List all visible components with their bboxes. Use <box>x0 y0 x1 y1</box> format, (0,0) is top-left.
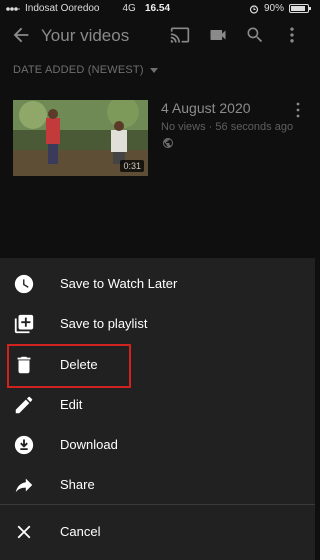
menu-cancel[interactable]: Cancel <box>0 512 315 552</box>
back-arrow-icon[interactable] <box>10 24 32 46</box>
caret-down-icon <box>149 67 158 73</box>
menu-download[interactable]: Download <box>0 425 315 465</box>
app-bar: Your videos <box>0 18 315 54</box>
video-more-icon[interactable] <box>295 102 301 118</box>
video-duration: 0:31 <box>120 160 144 172</box>
battery-icon <box>289 4 311 13</box>
menu-label: Save to playlist <box>60 316 148 331</box>
menu-save-watch-later[interactable]: Save to Watch Later <box>0 264 315 304</box>
menu-divider <box>0 504 315 505</box>
clock-icon <box>14 274 34 294</box>
alarm-icon <box>249 4 259 14</box>
sort-dropdown[interactable]: DATE ADDED (NEWEST) <box>13 64 158 76</box>
cancel-label: Cancel <box>60 524 101 539</box>
pencil-icon <box>15 396 33 414</box>
status-bar: Indosat Ooredoo 4G 16.54 90% <box>0 0 315 18</box>
video-list-item[interactable]: 0:31 4 August 2020 No views · 56 seconds… <box>13 100 303 178</box>
video-thumbnail[interactable]: 0:31 <box>13 100 148 176</box>
video-camera-icon[interactable] <box>208 25 228 45</box>
menu-save-playlist[interactable]: Save to playlist <box>0 304 315 344</box>
sort-label: DATE ADDED (NEWEST) <box>13 64 144 76</box>
menu-label: Edit <box>60 397 83 412</box>
menu-share[interactable]: Share <box>0 465 315 505</box>
search-icon[interactable] <box>245 25 265 45</box>
close-icon <box>17 525 31 539</box>
cast-icon[interactable] <box>170 25 190 45</box>
battery-percent: 90% <box>263 3 284 14</box>
menu-edit[interactable]: Edit <box>0 385 315 425</box>
menu-label: Save to Watch Later <box>60 276 178 291</box>
menu-label: Download <box>60 437 118 452</box>
video-meta: No views · 56 seconds ago <box>161 121 294 133</box>
globe-icon <box>163 138 173 148</box>
bottom-sheet-menu: Save to Watch Later Save to playlist Del… <box>0 258 315 560</box>
share-icon <box>15 478 33 493</box>
download-icon <box>14 435 34 455</box>
delete-highlight-box <box>7 344 131 388</box>
page-title: Your videos <box>41 26 130 45</box>
playlist-add-icon <box>14 314 34 334</box>
menu-label: Share <box>60 477 95 492</box>
more-vert-icon[interactable] <box>282 25 302 45</box>
video-title[interactable]: 4 August 2020 <box>161 100 251 116</box>
